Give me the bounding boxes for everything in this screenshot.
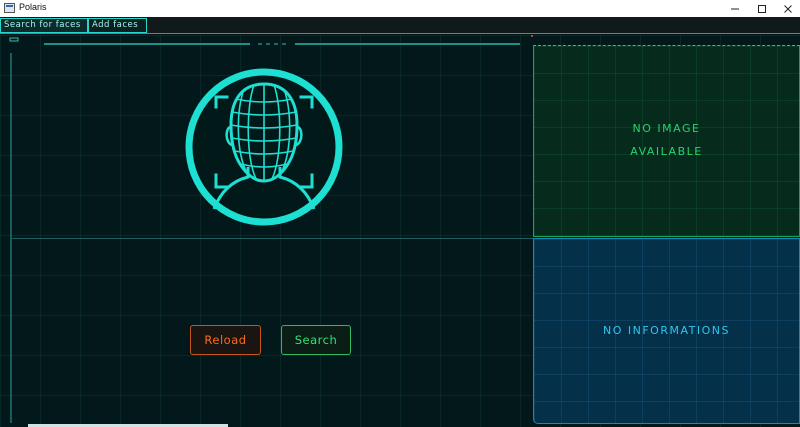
- close-icon[interactable]: [773, 0, 800, 17]
- tab-add-faces[interactable]: Add faces: [88, 18, 147, 33]
- reload-button[interactable]: Reload: [190, 325, 261, 355]
- no-information-label: NO INFORMATIONS: [603, 324, 730, 337]
- main-area: Reload Search NO IMAGE AVAILABLE NO INFO…: [0, 35, 800, 427]
- section-divider: [12, 238, 533, 239]
- minimize-icon[interactable]: [720, 0, 750, 17]
- tab-bar: Search for faces Add faces: [0, 17, 800, 34]
- no-image-label: NO IMAGE: [632, 122, 701, 135]
- hud-frame-top: [9, 35, 533, 45]
- window-title: Polaris: [19, 2, 47, 12]
- image-preview-panel: NO IMAGE AVAILABLE: [533, 45, 800, 237]
- window-app-icon: [4, 3, 15, 13]
- tab-search-for-faces[interactable]: Search for faces: [0, 18, 88, 33]
- face-scan-icon: [185, 68, 343, 226]
- search-button[interactable]: Search: [281, 325, 351, 355]
- information-panel: NO INFORMATIONS: [533, 238, 800, 424]
- no-image-label-line2: AVAILABLE: [630, 145, 703, 158]
- window-title-bar: Polaris: [0, 0, 800, 17]
